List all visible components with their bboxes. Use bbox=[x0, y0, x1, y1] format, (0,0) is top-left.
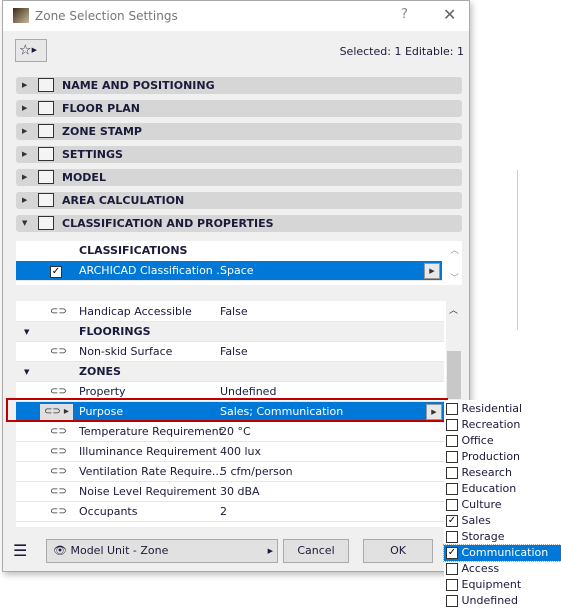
link-icon: ⊂⊃ bbox=[50, 466, 67, 477]
classification-icon bbox=[38, 216, 54, 230]
model-view-dropdown[interactable]: 👁 Model Unit - Zone ▶ bbox=[46, 539, 278, 563]
link-icon: ⊂⊃ bbox=[50, 306, 67, 317]
triangle-right-icon: ▶ bbox=[22, 150, 28, 158]
eye-icon: 👁 bbox=[53, 544, 71, 557]
purpose-option[interactable]: Storage bbox=[444, 529, 561, 545]
checkbox-icon[interactable] bbox=[446, 531, 458, 543]
section-header[interactable]: ▶ FLOOR PLAN bbox=[16, 100, 462, 117]
checkbox-checked-icon[interactable]: ✓ bbox=[446, 515, 458, 527]
property-group[interactable]: ▼ ZONES bbox=[16, 362, 444, 382]
link-icon: ⊂⊃ bbox=[50, 486, 67, 497]
checkbox-icon[interactable] bbox=[446, 419, 458, 431]
property-row[interactable]: ⊂⊃ Non-skid Surface False bbox=[16, 342, 444, 362]
checkbox-icon[interactable] bbox=[446, 403, 458, 415]
checkbox-icon[interactable] bbox=[446, 595, 458, 607]
zone-stamp-icon bbox=[38, 124, 54, 138]
scroll-down-icon[interactable]: ﹀ bbox=[450, 271, 459, 284]
triangle-right-icon: ▶ bbox=[22, 127, 28, 135]
triangle-right-icon: ▶ bbox=[267, 547, 273, 555]
purpose-option[interactable]: Education bbox=[444, 481, 561, 497]
purpose-options-menu: Residential Recreation Office Production… bbox=[443, 400, 561, 609]
scroll-up-icon[interactable]: ︿ bbox=[450, 243, 459, 256]
name-icon bbox=[38, 78, 54, 92]
area-calculation-icon bbox=[38, 193, 54, 207]
link-icon: ⊂⊃ bbox=[50, 446, 67, 457]
purpose-option[interactable]: ✓ Communication bbox=[443, 544, 561, 562]
help-button[interactable]: ? bbox=[401, 7, 408, 22]
layers-icon: ☰ bbox=[13, 541, 28, 560]
checkbox-icon[interactable] bbox=[446, 467, 458, 479]
purpose-option[interactable]: Access bbox=[444, 561, 561, 577]
close-button[interactable]: ✕ bbox=[443, 5, 456, 24]
window-title: Zone Selection Settings bbox=[35, 9, 178, 23]
purpose-option[interactable]: Equipment bbox=[444, 577, 561, 593]
link-icon: ⊂⊃ bbox=[50, 506, 67, 517]
checkbox-icon[interactable] bbox=[446, 499, 458, 511]
link-icon: ⊂⊃ bbox=[50, 426, 67, 437]
purpose-option[interactable]: ✓ Sales bbox=[444, 513, 561, 529]
settings-icon bbox=[38, 147, 54, 161]
checkbox-icon[interactable] bbox=[446, 483, 458, 495]
triangle-right-icon: ▶ bbox=[22, 196, 28, 204]
property-row[interactable]: ⊂⊃ Handicap Accessible False bbox=[16, 302, 444, 322]
property-row[interactable]: ⊂⊃ Occupants 2 bbox=[16, 502, 444, 522]
scrollbar-thumb[interactable] bbox=[447, 351, 461, 399]
purpose-option[interactable]: Culture bbox=[444, 497, 561, 513]
classification-row[interactable]: ✓ ARCHICAD Classification ... Space ▶ bbox=[16, 261, 442, 281]
checkbox-icon[interactable] bbox=[446, 579, 458, 591]
triangle-right-icon: ▶ bbox=[22, 173, 28, 181]
model-icon bbox=[38, 170, 54, 184]
classifications-header: CLASSIFICATIONS bbox=[16, 241, 444, 260]
purpose-option[interactable]: Research bbox=[444, 465, 561, 481]
classification-picker-button[interactable]: ▶ bbox=[424, 263, 440, 279]
purpose-option[interactable]: Undefined bbox=[444, 593, 561, 609]
purpose-option[interactable]: Recreation bbox=[444, 417, 561, 433]
floor-plan-icon bbox=[38, 101, 54, 115]
property-row[interactable]: ⊂⊃ Ventilation Rate Require... 5 cfm/perso… bbox=[16, 462, 444, 482]
purpose-option[interactable]: Production bbox=[444, 449, 561, 465]
checkbox-checked-icon[interactable]: ✓ bbox=[50, 266, 62, 278]
selection-info: Selected: 1 Editable: 1 bbox=[339, 45, 464, 58]
background-line bbox=[517, 170, 518, 330]
purpose-option[interactable]: Residential bbox=[444, 401, 561, 417]
triangle-down-icon: ▼ bbox=[24, 368, 30, 376]
cancel-button[interactable]: Cancel bbox=[283, 539, 349, 563]
section-header[interactable]: ▶ AREA CALCULATION bbox=[16, 192, 462, 209]
triangle-right-icon: ▶ bbox=[22, 81, 28, 89]
checkbox-icon[interactable] bbox=[446, 563, 458, 575]
property-row[interactable]: ⊂⊃ Noise Level Requirement 30 dBA bbox=[16, 482, 444, 502]
checkbox-checked-icon[interactable]: ✓ bbox=[446, 547, 458, 559]
section-header[interactable]: ▶ MODEL bbox=[16, 169, 462, 186]
star-icon: ☆ bbox=[19, 42, 32, 59]
section-header[interactable]: ▶ SETTINGS bbox=[16, 146, 462, 163]
favorites-button[interactable]: ☆▶ bbox=[15, 39, 47, 62]
section-header[interactable]: ▼ CLASSIFICATION AND PROPERTIES bbox=[16, 215, 462, 232]
zone-selection-settings-dialog: Zone Selection Settings ? ✕ ☆▶ Selected:… bbox=[2, 0, 470, 572]
property-row[interactable]: ⊂⊃ Illuminance Requirement 400 lux bbox=[16, 442, 444, 462]
classifications-panel: CLASSIFICATIONS ✓ ARCHICAD Classificatio… bbox=[16, 241, 462, 285]
triangle-down-icon: ▼ bbox=[22, 219, 28, 227]
triangle-right-icon: ▶ bbox=[22, 104, 28, 112]
scroll-up-icon[interactable]: ︿ bbox=[449, 303, 458, 316]
triangle-right-icon: ▶ bbox=[31, 46, 37, 54]
ok-button[interactable]: OK bbox=[363, 539, 433, 563]
property-row[interactable]: ⊂⊃ Temperature Requirement 20 °C bbox=[16, 422, 444, 442]
highlight-box bbox=[6, 398, 448, 422]
checkbox-icon[interactable] bbox=[446, 435, 458, 447]
triangle-down-icon: ▼ bbox=[24, 328, 30, 336]
section-header[interactable]: ▶ NAME AND POSITIONING bbox=[16, 77, 462, 94]
checkbox-icon[interactable] bbox=[446, 451, 458, 463]
link-icon: ⊂⊃ bbox=[50, 346, 67, 357]
archicad-app-icon bbox=[13, 8, 29, 23]
section-header[interactable]: ▶ ZONE STAMP bbox=[16, 123, 462, 140]
title-bar: Zone Selection Settings ? ✕ bbox=[3, 1, 469, 31]
property-group[interactable]: ▼ FLOORINGS bbox=[16, 322, 444, 342]
purpose-option[interactable]: Office bbox=[444, 433, 561, 449]
